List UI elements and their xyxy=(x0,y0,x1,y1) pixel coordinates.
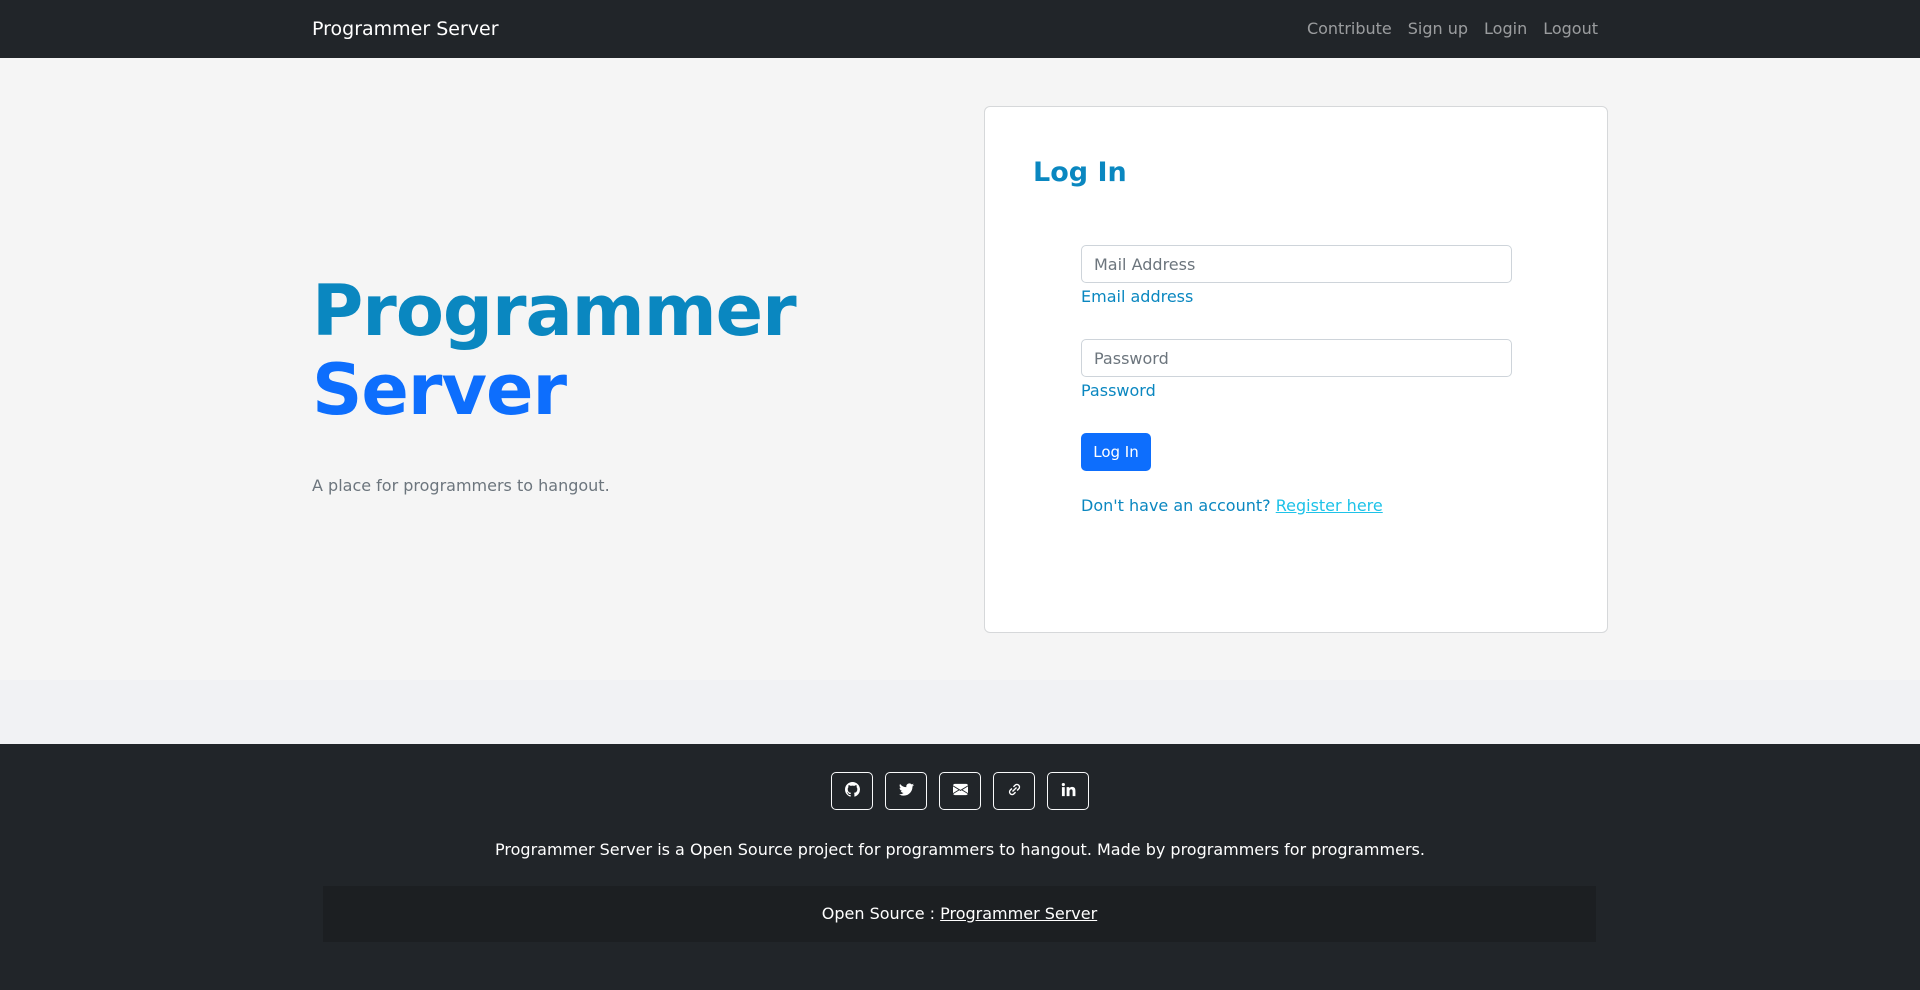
footer-open-source-bar: Open Source : Programmer Server xyxy=(323,886,1596,942)
open-source-prefix: Open Source : xyxy=(821,904,936,923)
login-title: Log In xyxy=(1033,157,1127,188)
register-prompt: Don't have an account? Register here xyxy=(1081,496,1383,515)
twitter-icon xyxy=(898,782,914,801)
email-input[interactable] xyxy=(1081,245,1512,283)
navbar: Programmer Server Contribute Sign up Log… xyxy=(0,0,1920,58)
envelope-icon xyxy=(952,782,968,801)
nav-link-contribute[interactable]: Contribute xyxy=(1307,19,1392,38)
website-button[interactable] xyxy=(993,772,1035,810)
linkedin-icon xyxy=(1061,782,1076,801)
email-label: Email address xyxy=(1081,287,1194,306)
password-group: Password xyxy=(1081,339,1512,400)
linkedin-button[interactable] xyxy=(1047,772,1089,810)
social-links xyxy=(0,772,1920,810)
nav-link-sign-up[interactable]: Sign up xyxy=(1408,19,1468,38)
navbar-brand[interactable]: Programmer Server xyxy=(312,18,499,40)
email-button[interactable] xyxy=(939,772,981,810)
hero-title: Programmer Server xyxy=(312,272,912,430)
open-source-link[interactable]: Programmer Server xyxy=(940,904,1097,923)
login-card: Log In Email address Password Log In Don… xyxy=(984,106,1608,633)
nav-link-login[interactable]: Login xyxy=(1484,19,1527,38)
register-link[interactable]: Register here xyxy=(1276,496,1383,515)
github-icon xyxy=(844,781,860,801)
password-input[interactable] xyxy=(1081,339,1512,377)
footer: Programmer Server is a Open Source proje… xyxy=(0,744,1920,990)
twitter-button[interactable] xyxy=(885,772,927,810)
link-icon xyxy=(1007,782,1022,801)
no-account-text: Don't have an account? xyxy=(1081,496,1271,515)
hero-title-line1: Programmer xyxy=(312,270,797,352)
password-label: Password xyxy=(1081,381,1156,400)
nav-link-logout[interactable]: Logout xyxy=(1543,19,1598,38)
hero-title-line2: Server xyxy=(312,349,567,431)
github-button[interactable] xyxy=(831,772,873,810)
login-button[interactable]: Log In xyxy=(1081,433,1151,471)
hero-subtitle: A place for programmers to hangout. xyxy=(312,476,610,495)
nav-links: Contribute Sign up Login Logout xyxy=(1307,19,1598,38)
footer-description: Programmer Server is a Open Source proje… xyxy=(495,840,1425,859)
email-group: Email address xyxy=(1081,245,1512,306)
section-band xyxy=(0,680,1920,744)
